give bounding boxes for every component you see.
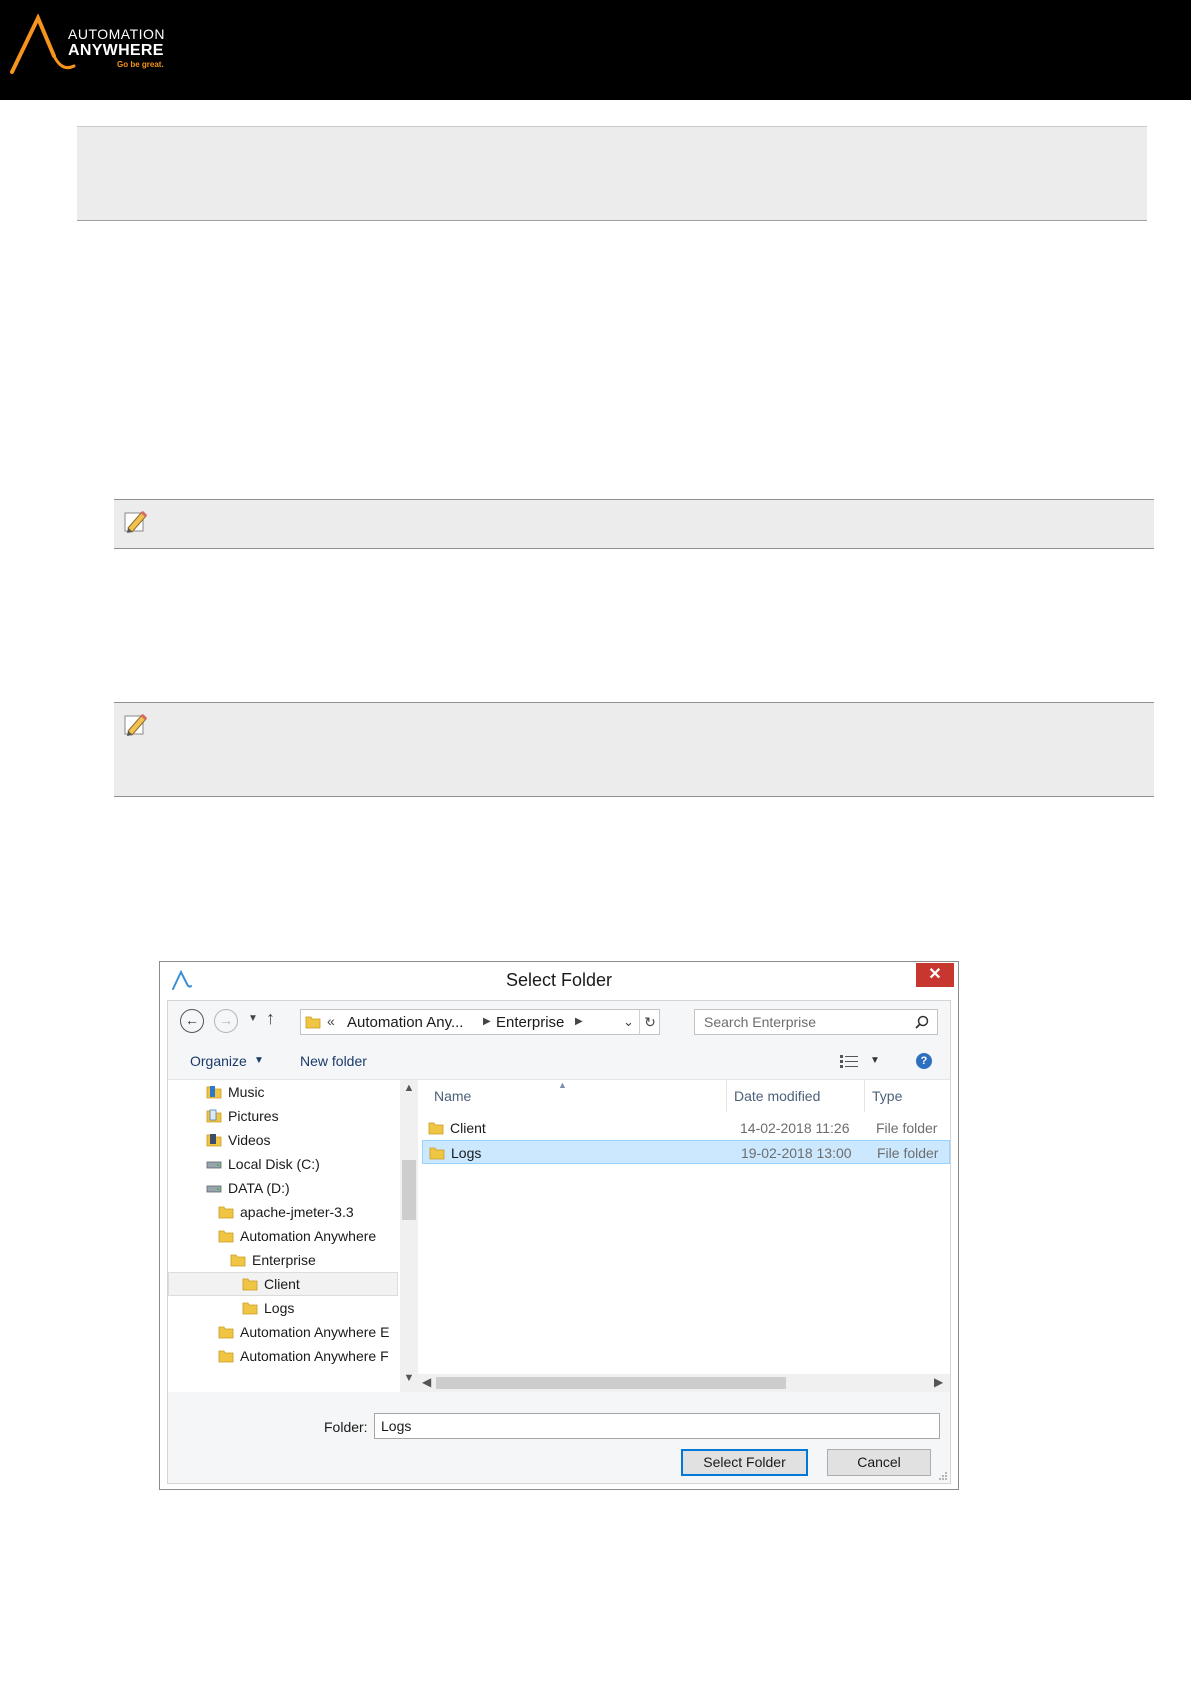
column-divider[interactable] bbox=[864, 1080, 865, 1112]
folder-icon bbox=[242, 1278, 258, 1291]
chevron-down-icon[interactable]: ⌄ bbox=[623, 1014, 634, 1030]
up-button[interactable]: ↑ bbox=[266, 1008, 275, 1029]
music-folder-icon bbox=[206, 1086, 222, 1099]
logo-text-automation: AUTOMATION bbox=[68, 26, 166, 42]
breadcrumb-segment[interactable]: Enterprise bbox=[496, 1014, 564, 1031]
folder-icon bbox=[218, 1326, 234, 1339]
breadcrumb-segment[interactable]: Automation Any... bbox=[347, 1014, 463, 1031]
tree-item-label: DATA (D:) bbox=[228, 1180, 290, 1196]
recent-locations-dropdown[interactable]: ▼ bbox=[248, 1013, 258, 1024]
tree-scroll-thumb[interactable] bbox=[402, 1160, 416, 1220]
column-header-type[interactable]: Type bbox=[872, 1080, 902, 1112]
column-divider[interactable] bbox=[726, 1080, 727, 1112]
chevron-down-icon[interactable]: ▼ bbox=[870, 1055, 880, 1066]
scroll-up-icon[interactable]: ▲ bbox=[400, 1082, 418, 1094]
folder-icon bbox=[230, 1254, 246, 1267]
file-type: File folder bbox=[876, 1120, 938, 1136]
back-arrow-icon: ← bbox=[185, 1012, 199, 1028]
folder-icon bbox=[218, 1230, 234, 1243]
folder-label: Folder: bbox=[324, 1419, 368, 1435]
scroll-left-icon[interactable]: ◀ bbox=[422, 1375, 431, 1389]
scroll-right-icon[interactable]: ▶ bbox=[934, 1375, 943, 1389]
tree-item-label: Automation Anywhere F bbox=[240, 1348, 389, 1364]
drive-icon bbox=[206, 1185, 222, 1193]
tree-item-label: apache-jmeter-3.3 bbox=[240, 1204, 354, 1220]
file-list: Name ▲ Date modified Type Client 14-02-20… bbox=[418, 1080, 950, 1392]
refresh-button[interactable]: ↻ bbox=[639, 1010, 660, 1034]
info-panel bbox=[77, 126, 1147, 221]
tree-item-label: Pictures bbox=[228, 1108, 279, 1124]
new-folder-button[interactable]: New folder bbox=[300, 1053, 367, 1069]
horizontal-scroll-thumb[interactable] bbox=[436, 1377, 786, 1389]
close-button[interactable]: ✕ bbox=[916, 963, 954, 987]
dialog-titlebar[interactable]: Select Folder ✕ bbox=[160, 962, 958, 1000]
overflow-chevron-icon[interactable]: « bbox=[327, 1013, 335, 1029]
address-bar[interactable]: « Automation Any... ▶ Enterprise ▶ ⌄ ↻ bbox=[300, 1009, 660, 1035]
note-panel bbox=[114, 702, 1154, 797]
navigation-tree: Music Pictures Videos Local Disk (C:) DATA (… bbox=[168, 1080, 418, 1392]
file-type: File folder bbox=[877, 1145, 939, 1161]
folder-icon bbox=[428, 1122, 444, 1135]
pencil-note-icon bbox=[124, 713, 148, 736]
scroll-down-icon[interactable]: ▼ bbox=[400, 1372, 418, 1384]
column-header-date[interactable]: Date modified bbox=[734, 1080, 820, 1112]
file-row[interactable]: Logs 19-02-2018 13:00 File folder bbox=[422, 1140, 950, 1164]
help-icon[interactable]: ? bbox=[916, 1053, 932, 1069]
file-date: 19-02-2018 13:00 bbox=[741, 1145, 852, 1161]
folder-name-input[interactable] bbox=[374, 1413, 940, 1439]
file-name: Client bbox=[450, 1120, 486, 1136]
sort-ascending-icon: ▲ bbox=[558, 1080, 567, 1090]
folder-icon bbox=[242, 1302, 258, 1315]
tree-item-label: Music bbox=[228, 1084, 265, 1100]
cancel-button[interactable]: Cancel bbox=[827, 1449, 931, 1476]
folder-icon bbox=[218, 1350, 234, 1363]
tree-item-label: Videos bbox=[228, 1132, 271, 1148]
logo-text-anywhere: ANYWHERE bbox=[68, 42, 164, 59]
organize-button[interactable]: Organize bbox=[190, 1053, 247, 1069]
search-input[interactable]: Search Enterprise bbox=[694, 1009, 938, 1035]
tree-item-label: Client bbox=[264, 1276, 300, 1292]
horizontal-scrollbar[interactable]: ◀ ▶ bbox=[418, 1374, 950, 1392]
tree-scrollbar[interactable]: ▲ ▼ bbox=[400, 1080, 418, 1392]
file-name: Logs bbox=[451, 1145, 482, 1161]
note-panel bbox=[114, 499, 1154, 549]
up-arrow-icon: ↑ bbox=[266, 1008, 275, 1028]
breadcrumb-arrow-icon[interactable]: ▶ bbox=[575, 1016, 583, 1027]
forward-button[interactable]: → bbox=[214, 1009, 238, 1033]
browser-content: Music Pictures Videos Local Disk (C:) DATA (… bbox=[168, 1079, 950, 1392]
breadcrumb-arrow-icon[interactable]: ▶ bbox=[483, 1016, 491, 1027]
tree-item-label: Logs bbox=[264, 1300, 295, 1316]
select-folder-dialog: Select Folder ✕ ← → ▼ ↑ « Automation Any… bbox=[159, 961, 959, 1490]
column-header-name[interactable]: Name bbox=[434, 1080, 471, 1112]
back-button[interactable]: ← bbox=[180, 1009, 204, 1033]
folder-icon bbox=[218, 1206, 234, 1219]
file-date: 14-02-2018 11:26 bbox=[740, 1120, 850, 1136]
search-icon[interactable] bbox=[915, 1015, 929, 1029]
pictures-folder-icon bbox=[206, 1109, 222, 1123]
select-folder-button[interactable]: Select Folder bbox=[681, 1449, 808, 1476]
tree-item-label: Automation Anywhere E bbox=[240, 1324, 390, 1340]
chevron-down-icon[interactable]: ▼ bbox=[254, 1055, 264, 1066]
tree-item-label: Local Disk (C:) bbox=[228, 1156, 320, 1172]
folder-icon bbox=[429, 1147, 445, 1160]
drive-icon bbox=[206, 1161, 222, 1169]
resize-grip-icon[interactable] bbox=[938, 1471, 948, 1481]
dialog-body: ← → ▼ ↑ « Automation Any... ▶ Enterprise… bbox=[167, 1000, 951, 1484]
dialog-title: Select Folder bbox=[505, 970, 613, 990]
command-bar: Organize ▼ New folder ▼ ? bbox=[168, 1043, 950, 1079]
tree-item-label: Automation Anywhere bbox=[240, 1228, 377, 1244]
pencil-note-icon bbox=[124, 510, 148, 533]
logo-tagline: Go be great. bbox=[117, 60, 164, 69]
view-options-icon[interactable] bbox=[840, 1055, 858, 1068]
videos-folder-icon bbox=[206, 1134, 222, 1147]
forward-arrow-icon: → bbox=[219, 1012, 233, 1028]
file-row[interactable]: Client 14-02-2018 11:26 File folder bbox=[422, 1116, 950, 1140]
refresh-icon: ↻ bbox=[644, 1014, 656, 1030]
navigation-bar: ← → ▼ ↑ « Automation Any... ▶ Enterprise… bbox=[168, 1001, 950, 1043]
search-placeholder: Search Enterprise bbox=[704, 1014, 817, 1030]
tree-item-label: Enterprise bbox=[252, 1252, 316, 1268]
page-header: AUTOMATION ANYWHERE Go be great. bbox=[0, 0, 1191, 100]
folder-icon bbox=[305, 1016, 321, 1029]
